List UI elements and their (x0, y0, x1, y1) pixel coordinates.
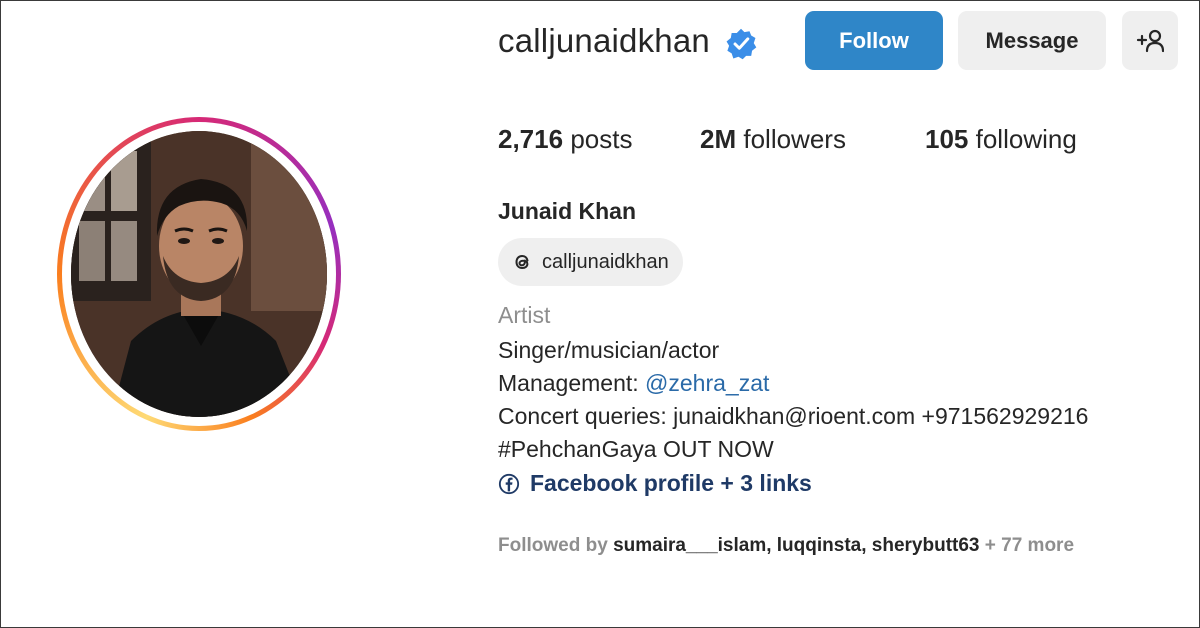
profile-category: Artist (498, 302, 551, 328)
management-mention-link[interactable]: @zehra_zat (645, 370, 769, 396)
bio-management-label: Management: (498, 370, 646, 396)
external-links[interactable]: Facebook profile + 3 links (498, 470, 812, 497)
threads-handle: calljunaidkhan (542, 250, 669, 273)
bio-line-4: #PehchanGaya OUT NOW (498, 436, 774, 462)
avatar[interactable] (71, 131, 327, 417)
followed-by-more: + 77 more (979, 535, 1075, 556)
following-label: following (975, 124, 1077, 154)
add-user-button[interactable] (1122, 11, 1178, 70)
facebook-icon (498, 473, 520, 494)
add-user-icon (1136, 29, 1164, 52)
followed-by[interactable]: Followed by sumaira___islam, luqqinsta, … (498, 535, 1074, 557)
links-label: Facebook profile + 3 links (530, 470, 812, 496)
bio-line-3: Concert queries: junaidkhan@rioent.com +… (498, 403, 1089, 429)
bio-line-2: Management: @zehra_zat (498, 370, 769, 397)
threads-badge[interactable]: calljunaidkhan (498, 238, 683, 286)
follow-button[interactable]: Follow (805, 11, 943, 70)
followed-by-prefix: Followed by (498, 535, 614, 556)
followed-by-names: sumaira___islam, luqqinsta, sherybutt63 (613, 535, 980, 556)
verified-badge-icon (726, 28, 757, 60)
posts-count: 2,716 posts (498, 124, 632, 155)
profile-full-name: Junaid Khan (498, 198, 637, 224)
profile-avatar-story-ring[interactable] (57, 117, 341, 431)
following-number: 105 (925, 124, 969, 154)
profile-username: calljunaidkhan (498, 22, 710, 59)
following-count[interactable]: 105 following (925, 124, 1077, 155)
posts-label: posts (570, 124, 633, 154)
avatar-photo (71, 131, 327, 417)
message-button[interactable]: Message (958, 11, 1106, 70)
followers-label: followers (743, 124, 846, 154)
bio-line-1: Singer/musician/actor (498, 337, 720, 363)
followers-number: 2M (700, 124, 737, 154)
threads-icon (515, 254, 529, 270)
followers-count[interactable]: 2M followers (700, 124, 846, 155)
posts-number: 2,716 (498, 124, 564, 154)
